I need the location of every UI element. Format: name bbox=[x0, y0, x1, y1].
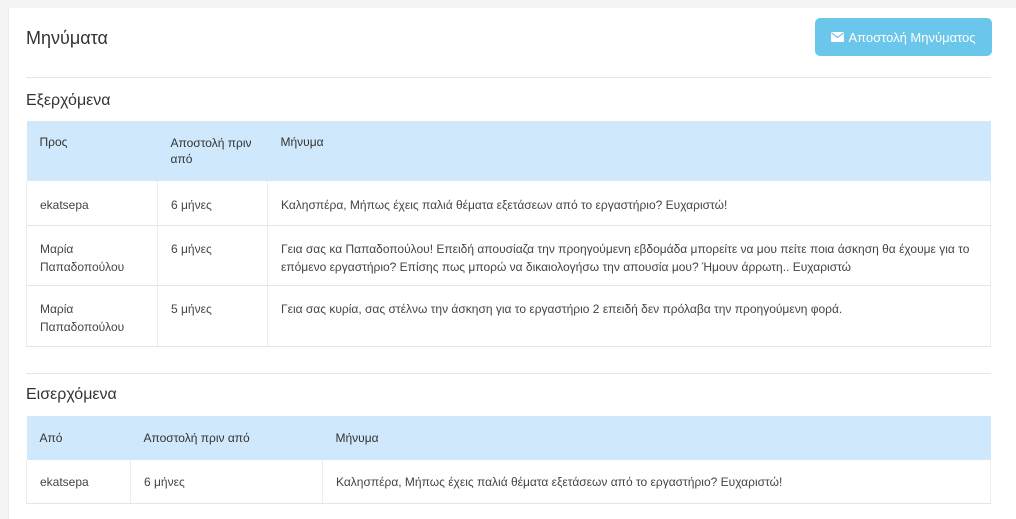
divider bbox=[26, 373, 991, 374]
table-row[interactable]: ekatsepa 6 μήνες Καλησπέρα, Μήπως έχεις … bbox=[26, 181, 991, 226]
cell-to: ekatsepa bbox=[26, 181, 158, 226]
col-header-from: Από bbox=[26, 416, 131, 460]
cell-sent: 6 μήνες bbox=[157, 181, 268, 226]
send-message-label: Αποστολή Μηνύματος bbox=[848, 29, 976, 45]
col-header-message: Μήνυμα bbox=[267, 121, 991, 181]
col-header-message: Μήνυμα bbox=[322, 416, 991, 460]
cell-from: ekatsepa bbox=[26, 460, 131, 504]
cell-sent: 6 μήνες bbox=[130, 460, 323, 504]
outgoing-table: Προς Αποστολή πριν από Μήνυμα ekatsepa 6… bbox=[26, 121, 991, 347]
outgoing-title: Εξερχόμενα bbox=[26, 92, 111, 109]
col-header-sent: Αποστολή πριν από bbox=[157, 121, 268, 181]
col-header-to: Προς bbox=[26, 121, 158, 181]
cell-sent: 5 μήνες bbox=[157, 285, 268, 347]
cell-message: Γεια σας κυρία, σας στέλνω την άσκηση γι… bbox=[267, 285, 991, 347]
cell-to: Μαρία Παπαδοπούλου bbox=[26, 285, 158, 347]
table-row[interactable]: ekatsepa 6 μήνες Καλησπέρα, Μήπως έχεις … bbox=[26, 460, 991, 504]
envelope-icon bbox=[831, 32, 845, 42]
col-header-sent: Αποστολή πριν από bbox=[130, 416, 323, 460]
table-header-row: Προς Αποστολή πριν από Μήνυμα bbox=[26, 121, 991, 181]
send-message-button[interactable]: Αποστολή Μηνύματος bbox=[815, 18, 992, 56]
cell-message: Γεια σας κα Παπαδοπούλου! Επειδή απουσία… bbox=[267, 225, 991, 286]
cell-message: Καλησπέρα, Μήπως έχεις παλιά θέματα εξετ… bbox=[322, 460, 991, 504]
table-header-row: Από Αποστολή πριν από Μήνυμα bbox=[26, 416, 991, 460]
table-row[interactable]: Μαρία Παπαδοπούλου 5 μήνες Γεια σας κυρί… bbox=[26, 285, 991, 347]
cell-sent: 6 μήνες bbox=[157, 225, 268, 286]
table-row[interactable]: Μαρία Παπαδοπούλου 6 μήνες Γεια σας κα Π… bbox=[26, 225, 991, 286]
incoming-title: Εισερχόμενα bbox=[26, 386, 117, 403]
cell-to: Μαρία Παπαδοπούλου bbox=[26, 225, 158, 286]
page-title: Μηνύματα bbox=[26, 28, 108, 48]
cell-message: Καλησπέρα, Μήπως έχεις παλιά θέματα εξετ… bbox=[267, 181, 991, 226]
incoming-table: Από Αποστολή πριν από Μήνυμα ekatsepa 6 … bbox=[26, 416, 991, 504]
divider bbox=[26, 77, 991, 78]
